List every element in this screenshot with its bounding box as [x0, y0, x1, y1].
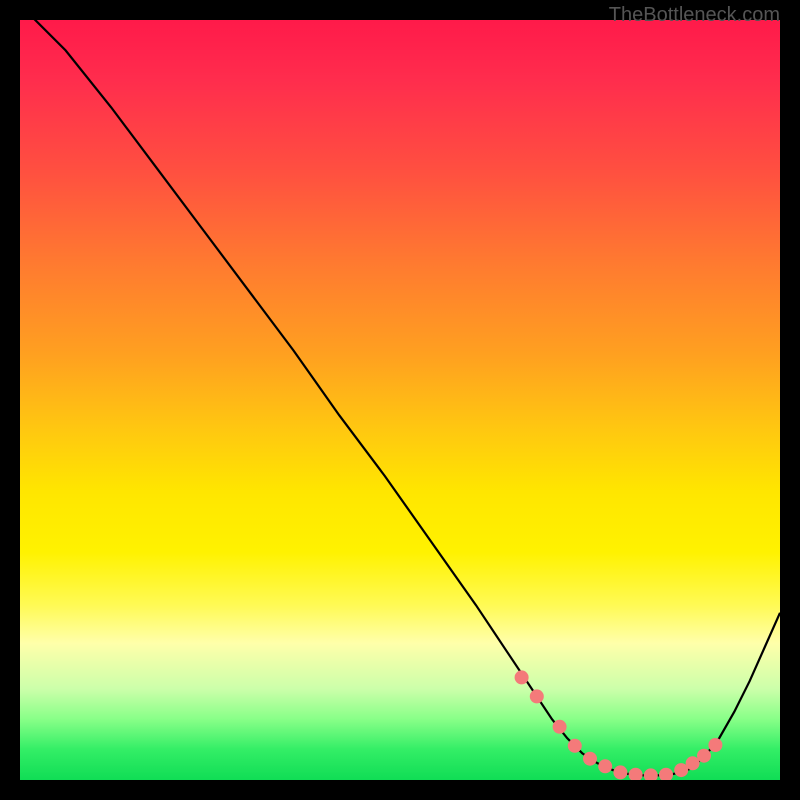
marker-dot [598, 759, 612, 773]
marker-dot [530, 689, 544, 703]
plot-area [20, 20, 780, 780]
marker-dots [515, 670, 723, 780]
marker-dot [644, 768, 658, 780]
chart-svg [20, 20, 780, 780]
watermark-text: TheBottleneck.com [609, 4, 780, 27]
marker-dot [553, 720, 567, 734]
marker-dot [697, 749, 711, 763]
marker-dot [629, 768, 643, 780]
marker-dot [568, 739, 582, 753]
marker-dot [515, 670, 529, 684]
marker-dot [583, 752, 597, 766]
marker-dot [613, 765, 627, 779]
marker-dot [659, 768, 673, 780]
marker-dot [686, 756, 700, 770]
data-curve [20, 20, 780, 775]
marker-dot [708, 738, 722, 752]
